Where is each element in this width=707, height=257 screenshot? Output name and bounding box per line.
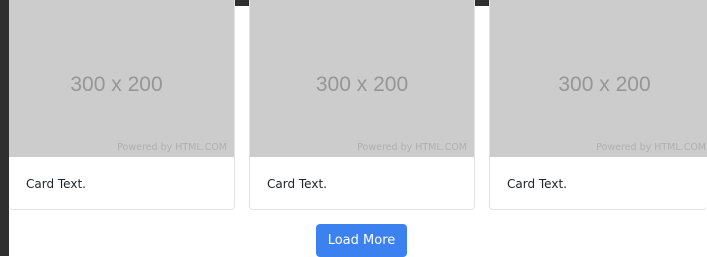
placeholder-credit: Powered by HTML.COM xyxy=(117,142,227,153)
window-left-edge xyxy=(0,0,9,256)
placeholder-credit: Powered by HTML.COM xyxy=(357,142,467,153)
card-image-placeholder: 300 x 200 Powered by HTML.COM xyxy=(9,0,234,157)
load-more-button[interactable]: Load More xyxy=(316,224,407,257)
placeholder-size-label: 300 x 200 xyxy=(315,73,409,96)
card-text: Card Text. xyxy=(26,177,86,191)
card-text: Card Text. xyxy=(507,177,567,191)
card: 300 x 200 Powered by HTML.COM Card Text. xyxy=(249,0,475,210)
card: 300 x 200 Powered by HTML.COM Card Text. xyxy=(489,0,707,210)
card-image-placeholder: 300 x 200 Powered by HTML.COM xyxy=(490,0,707,157)
card-image-placeholder: 300 x 200 Powered by HTML.COM xyxy=(250,0,474,157)
card-text: Card Text. xyxy=(267,177,327,191)
placeholder-size-label: 300 x 200 xyxy=(70,73,163,96)
placeholder-credit: Powered by HTML.COM xyxy=(596,142,706,153)
card: 300 x 200 Powered by HTML.COM Card Text. xyxy=(9,0,235,210)
placeholder-size-label: 300 x 200 xyxy=(558,73,651,96)
